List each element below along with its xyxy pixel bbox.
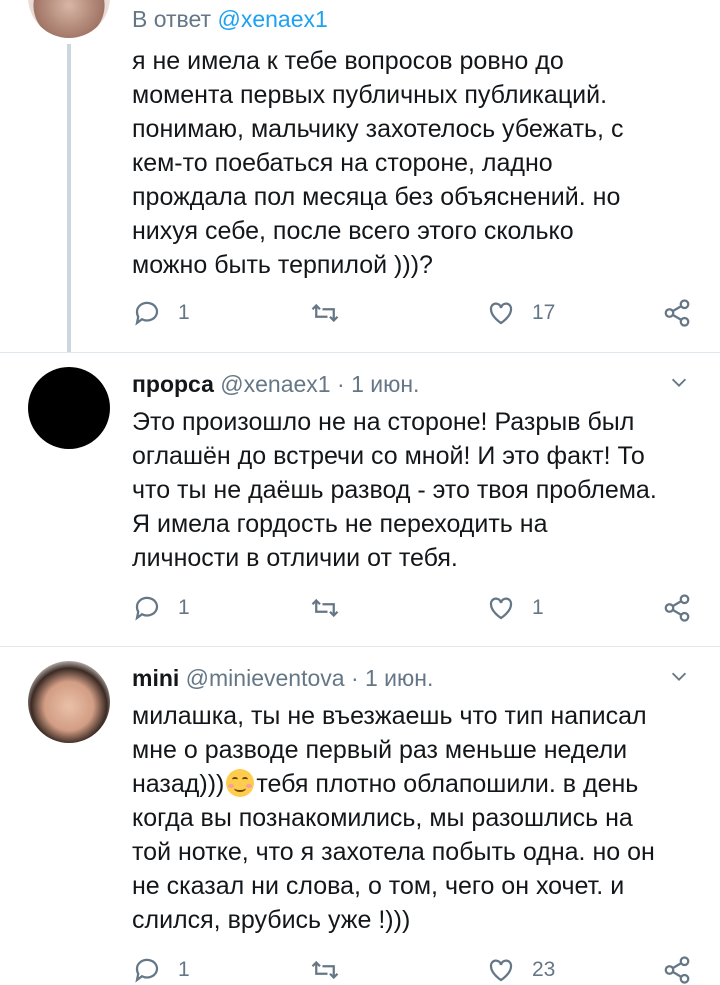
display-name[interactable]: mini (132, 665, 179, 691)
like-count: 17 (532, 301, 556, 324)
retweet-icon (311, 303, 339, 323)
like-count: 1 (532, 596, 544, 619)
share-button[interactable] (662, 298, 692, 328)
tweet-text: я не имела к тебе вопросов ровно до моме… (132, 47, 624, 279)
reply-button[interactable]: 1 (132, 593, 190, 623)
chevron-down-icon[interactable] (668, 665, 690, 687)
reply-button[interactable]: 1 (132, 298, 190, 328)
share-icon (664, 299, 690, 327)
like-count: 23 (532, 958, 556, 981)
share-icon (664, 956, 690, 984)
user-handle[interactable]: @xenaex1 (220, 371, 330, 397)
avatar[interactable] (28, 661, 110, 743)
share-icon (664, 594, 690, 622)
reply-button[interactable]: 1 (132, 955, 190, 985)
reply-count: 1 (178, 596, 190, 619)
share-button[interactable] (662, 955, 692, 985)
separator-dot: · (337, 371, 345, 397)
heart-icon (489, 959, 513, 982)
retweet-button[interactable] (310, 298, 340, 328)
tweet-header: прорса @xenaex1 · 1 июн. (132, 369, 694, 399)
like-button[interactable]: 1 (486, 593, 544, 623)
heart-icon (489, 597, 513, 620)
tweet-text: Это произошло не на стороне! Разрыв был … (132, 408, 657, 572)
tweet-2[interactable]: прорса @xenaex1 · 1 июн. Это произошло н… (0, 353, 720, 646)
thread-line (67, 44, 71, 352)
reply-handle-link[interactable]: @xenaex1 (217, 6, 327, 32)
reply-count: 1 (178, 301, 190, 324)
tweet-actions: 1 1 (132, 593, 692, 623)
retweet-icon (311, 960, 339, 980)
reply-icon (135, 596, 159, 621)
tweet-actions: 1 17 (132, 298, 692, 328)
like-button[interactable]: 17 (486, 298, 555, 328)
avatar[interactable] (28, 367, 110, 449)
like-button[interactable]: 23 (486, 955, 555, 985)
reply-icon (135, 958, 159, 983)
tweet-actions: 1 23 (132, 955, 692, 985)
display-name[interactable]: прорса (132, 371, 214, 397)
reply-count: 1 (178, 958, 190, 981)
tweet-date[interactable]: 1 июн. (351, 371, 419, 397)
smiling-blush-emoji-icon (226, 769, 255, 797)
tweet-3[interactable]: mini @minieventova · 1 июн. милашка, ты … (0, 647, 720, 984)
separator-dot: · (350, 665, 359, 691)
retweet-icon (311, 598, 339, 618)
retweet-button[interactable] (310, 593, 340, 623)
reply-icon (135, 301, 159, 326)
reply-context: В ответ @xenaex1 (132, 4, 694, 34)
avatar[interactable] (28, 0, 110, 38)
heart-icon (489, 302, 513, 325)
tweet-header: mini @minieventova · 1 июн. (132, 663, 694, 693)
tweet-1[interactable]: В ответ @xenaex1 я не имела к тебе вопро… (0, 0, 720, 352)
user-handle[interactable]: @minieventova (186, 665, 345, 691)
tweet-date[interactable]: 1 июн. (365, 665, 433, 691)
chevron-down-icon[interactable] (668, 371, 690, 393)
retweet-button[interactable] (310, 955, 340, 985)
tweet-text: милашка, ты не въезжаешь что тип написал… (132, 699, 694, 937)
share-button[interactable] (662, 593, 692, 623)
reply-prefix: В ответ (132, 6, 212, 32)
